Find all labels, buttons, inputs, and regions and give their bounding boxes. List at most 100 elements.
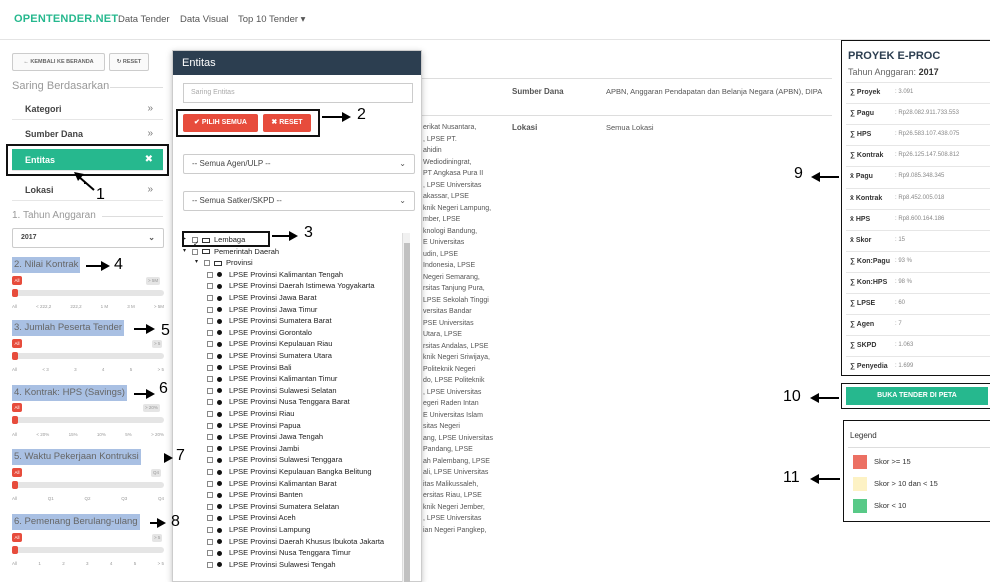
tree-node-province[interactable]: LPSE Provinsi Kalimantan Timur bbox=[207, 373, 337, 385]
page: OPENTENDER.NET Data Tender Data Visual T… bbox=[0, 0, 990, 582]
tree-node-province[interactable]: LPSE Provinsi Banten bbox=[207, 489, 303, 501]
checkbox[interactable] bbox=[207, 469, 213, 476]
open-map-button[interactable]: BUKA TENDER DI PETA bbox=[846, 387, 988, 405]
satker-select[interactable]: -- Semua Satker/SKPD -- ⌄ bbox=[183, 191, 415, 211]
reset-button[interactable]: ↻ RESET bbox=[109, 53, 149, 71]
checkbox[interactable] bbox=[207, 399, 213, 406]
tree-scrollbar[interactable] bbox=[402, 233, 410, 582]
tree-node-province[interactable]: LPSE Provinsi Daerah Istimewa Yogyakarta bbox=[207, 280, 375, 292]
slider-kontrak-hps[interactable] bbox=[12, 416, 164, 424]
slider-label-kontrak-hps: 4. Kontrak: HPS (Savings) bbox=[12, 385, 127, 401]
brand-logo[interactable]: OPENTENDER.NET bbox=[14, 13, 118, 25]
tree-node-province[interactable]: LPSE Provinsi Riau bbox=[207, 408, 294, 420]
tree-node-province[interactable]: LPSE Provinsi Papua bbox=[207, 420, 301, 432]
checkbox[interactable] bbox=[207, 445, 213, 452]
entitas-text-line: itas Malikussaleh, bbox=[423, 480, 479, 488]
entitas-search-input[interactable]: Saring Entitas bbox=[183, 83, 413, 103]
tree-node-province[interactable]: LPSE Provinsi Nusa Tenggara Barat bbox=[207, 396, 350, 408]
slider-max-badge: > 5 bbox=[152, 340, 163, 348]
tick-label: All bbox=[12, 432, 18, 437]
checkbox[interactable] bbox=[207, 329, 213, 336]
tree-node-province[interactable]: LPSE Provinsi Gorontalo bbox=[207, 327, 312, 339]
checkbox[interactable] bbox=[204, 260, 210, 267]
checkbox[interactable] bbox=[207, 422, 213, 429]
entitas-text-line: , LPSE PT. bbox=[423, 135, 457, 143]
tree-node-province[interactable]: LPSE Provinsi Jambi bbox=[207, 443, 299, 455]
bullet-icon bbox=[217, 457, 222, 463]
tree-node-province[interactable]: LPSE Provinsi Kalimantan Tengah bbox=[207, 269, 343, 281]
slider-handle[interactable] bbox=[12, 481, 18, 489]
slider-nilai-kontrak[interactable] bbox=[12, 289, 164, 297]
agen-select[interactable]: -- Semua Agen/ULP -- ⌄ bbox=[183, 154, 415, 174]
checkbox[interactable] bbox=[207, 527, 213, 534]
checkbox[interactable] bbox=[207, 515, 213, 522]
callout-arrow-8-head bbox=[157, 518, 166, 528]
callout-number-9: 9 bbox=[794, 165, 803, 182]
tree-node-province[interactable]: LPSE Provinsi Jawa Timur bbox=[207, 304, 317, 316]
tree-node-province[interactable]: LPSE Provinsi Sulawesi Tenggara bbox=[207, 454, 342, 466]
checkbox[interactable] bbox=[207, 434, 213, 441]
slider-handle[interactable] bbox=[12, 546, 18, 554]
caret-down-icon[interactable]: ▾ bbox=[195, 257, 204, 269]
slider-waktu-pekerjaan[interactable] bbox=[12, 481, 164, 489]
back-home-button[interactable]: ← KEMBALI KE BERANDA bbox=[12, 53, 105, 71]
filter-kategori[interactable]: Kategori » bbox=[12, 98, 163, 120]
checkbox[interactable] bbox=[207, 341, 213, 348]
tree-node-province[interactable]: LPSE Provinsi Kalimantan Barat bbox=[207, 478, 337, 490]
checkbox[interactable] bbox=[207, 295, 213, 302]
nav-top10-tender[interactable]: Top 10 Tender ▾ bbox=[238, 14, 305, 25]
checkbox[interactable] bbox=[207, 283, 213, 290]
checkbox[interactable] bbox=[207, 376, 213, 383]
tree-node-province[interactable]: LPSE Provinsi Sulawesi Tengah bbox=[207, 559, 336, 571]
tree-node-province[interactable]: LPSE Provinsi Jawa Tengah bbox=[207, 431, 323, 443]
tree-node-pemda[interactable]: ▾ Pemerintah Daerah bbox=[183, 246, 279, 258]
slider-handle[interactable] bbox=[12, 352, 18, 360]
nav-data-visual[interactable]: Data Visual bbox=[180, 14, 228, 25]
tree-label: Provinsi bbox=[226, 258, 253, 268]
checkbox[interactable] bbox=[207, 364, 213, 371]
slider-handle[interactable] bbox=[12, 289, 18, 297]
tree-node-province[interactable]: LPSE Provinsi Sumatera Barat bbox=[207, 315, 332, 327]
slider-handle[interactable] bbox=[12, 416, 18, 424]
checkbox[interactable] bbox=[207, 538, 213, 545]
tree-node-province[interactable]: LPSE Provinsi Lampung bbox=[207, 524, 310, 536]
slider-jumlah-peserta[interactable] bbox=[12, 352, 164, 360]
bullet-icon bbox=[217, 283, 222, 289]
checkbox[interactable] bbox=[207, 387, 213, 394]
caret-down-icon[interactable]: ▾ bbox=[183, 246, 192, 258]
tree-node-province[interactable]: LPSE Provinsi Sumatera Utara bbox=[207, 350, 332, 362]
checkbox[interactable] bbox=[207, 457, 213, 464]
tree-node-province[interactable]: LPSE Provinsi Jawa Barat bbox=[207, 292, 317, 304]
tree-node-province[interactable]: LPSE Provinsi Nusa Tenggara Timur bbox=[207, 547, 351, 559]
scrollbar-thumb[interactable] bbox=[404, 243, 410, 582]
entitas-text-line: rsitas Andalas, LPSE bbox=[423, 342, 489, 350]
entitas-text-line: knik Negeri Jember, bbox=[423, 503, 485, 511]
checkbox[interactable] bbox=[207, 353, 213, 360]
filter-sumber-dana[interactable]: Sumber Dana » bbox=[12, 123, 163, 145]
tree-node-province[interactable]: LPSE Provinsi Bali bbox=[207, 362, 292, 374]
tick-label: > 5 bbox=[157, 561, 164, 566]
checkbox[interactable] bbox=[207, 503, 213, 510]
checkbox[interactable] bbox=[207, 306, 213, 313]
tree-node-province[interactable]: LPSE Provinsi Aceh bbox=[207, 512, 296, 524]
checkbox[interactable] bbox=[207, 411, 213, 418]
tree-node-province[interactable]: LPSE Provinsi Daerah Khusus Ibukota Jaka… bbox=[207, 536, 384, 548]
nav-data-tender[interactable]: Data Tender bbox=[118, 14, 170, 25]
tree-node-province[interactable]: LPSE Provinsi Sulawesi Selatan bbox=[207, 385, 337, 397]
checkbox[interactable] bbox=[207, 318, 213, 325]
checkbox[interactable] bbox=[207, 561, 213, 568]
checkbox[interactable] bbox=[207, 550, 213, 557]
checkbox[interactable] bbox=[207, 492, 213, 499]
tick-label: 4 bbox=[109, 561, 113, 566]
tree-node-province[interactable]: LPSE Provinsi Kepulauan Bangka Belitung bbox=[207, 466, 372, 478]
tree-node-provinsi[interactable]: ▾ Provinsi bbox=[195, 257, 253, 269]
stat-label: x̄ HPS bbox=[850, 215, 871, 223]
year-select[interactable]: 2017 ⌄ bbox=[12, 228, 164, 248]
slider-pemenang-berulang[interactable] bbox=[12, 546, 164, 554]
tree-node-province[interactable]: LPSE Provinsi Sumatera Selatan bbox=[207, 501, 339, 513]
checkbox[interactable] bbox=[207, 271, 213, 278]
checkbox[interactable] bbox=[192, 248, 198, 255]
stat-row: ∑ SKPD: 1.063 bbox=[846, 335, 990, 357]
tree-node-province[interactable]: LPSE Provinsi Kepulauan Riau bbox=[207, 338, 332, 350]
checkbox[interactable] bbox=[207, 480, 213, 487]
